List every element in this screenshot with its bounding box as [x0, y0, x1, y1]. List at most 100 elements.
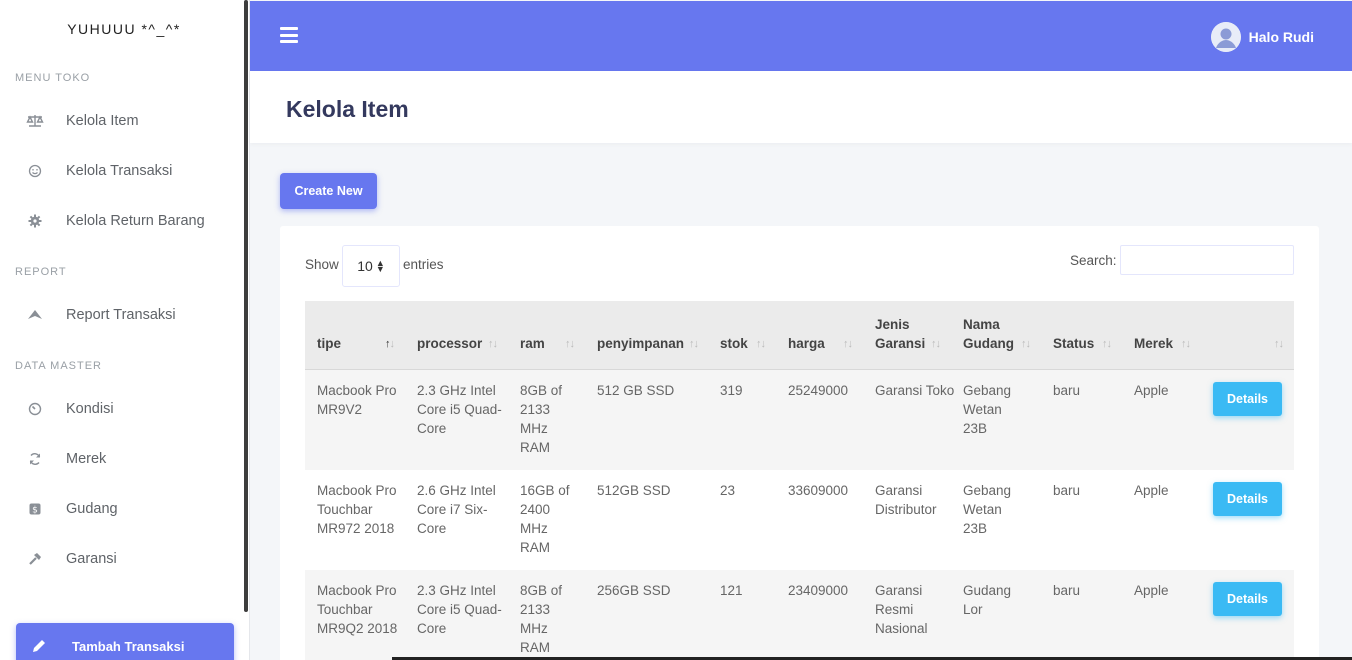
sort-icon[interactable]: ↑↓: [843, 338, 853, 350]
cell-tipe: Macbook Pro Touchbar MR972 2018: [317, 483, 397, 536]
search-label: Search:: [1070, 253, 1117, 268]
cell-processor: 2.3 GHz Intel Core i5 Quad-Core: [417, 583, 502, 636]
cell-merek: Apple: [1134, 383, 1169, 398]
tambah-transaksi-label: Tambah Transaksi: [72, 638, 185, 654]
sort-icon[interactable]: ↑↓: [931, 338, 941, 350]
entries-length-value: 10: [357, 258, 373, 274]
sidebar-item-label: Gudang: [66, 501, 118, 517]
sidebar-item-report-transaksi[interactable]: Report Transaksi: [0, 295, 244, 335]
cell-harga: 23409000: [788, 583, 849, 598]
sidebar-item-garansi[interactable]: Garansi: [0, 539, 244, 579]
hammer-icon: [26, 550, 44, 568]
sidebar-item-label: Kelola Item: [66, 113, 139, 129]
cell-penyimpanan: 512GB SSD: [597, 483, 671, 498]
pencil-icon: [30, 637, 48, 655]
sidebar-item-label: Merek: [66, 451, 107, 467]
column-header-processor[interactable]: processor: [417, 334, 482, 353]
cog-icon: [26, 212, 44, 230]
sidebar-item-kelola-item[interactable]: Kelola Item: [0, 101, 244, 141]
column-header-harga[interactable]: harga: [788, 334, 825, 353]
sort-icon[interactable]: ↑↓: [1181, 338, 1191, 350]
details-button[interactable]: Details: [1213, 482, 1282, 516]
cell-ram: 8GB of 2133 MHz RAM: [520, 383, 563, 455]
sort-icon[interactable]: ↑↓: [756, 338, 766, 350]
sidebar-item-merek[interactable]: Merek: [0, 439, 244, 479]
select-arrows-icon: ▲ ▼: [375, 258, 385, 274]
create-new-button[interactable]: Create New: [280, 173, 377, 209]
hamburger-menu-icon[interactable]: [280, 27, 298, 43]
entries-label: entries: [403, 257, 444, 272]
sort-icon[interactable]: ↑↓: [385, 338, 395, 350]
cell-ram: 16GB of 2400 MHz RAM: [520, 483, 570, 555]
sort-icon[interactable]: ↑↓: [565, 338, 575, 350]
sort-icon[interactable]: ↑↓: [689, 338, 699, 350]
gauge-icon: [26, 400, 44, 418]
cell-penyimpanan: 256GB SSD: [597, 583, 671, 598]
page-header: Kelola Item: [250, 71, 1352, 143]
search-input[interactable]: [1120, 245, 1294, 275]
sidebar-item-label: Kondisi: [66, 401, 114, 417]
cell-stok: 121: [720, 583, 743, 598]
balance-scale-icon: [26, 112, 44, 130]
page-title: Kelola Item: [286, 96, 409, 122]
sidebar-scrollbar[interactable]: [244, 0, 248, 612]
brand-title: YUHUUU *^_^*: [67, 21, 181, 37]
cell-jenis-garansi: Garansi Toko: [875, 383, 955, 398]
column-header-penyimpanan[interactable]: penyimpanan: [597, 334, 684, 353]
cell-merek: Apple: [1134, 583, 1169, 598]
cell-penyimpanan: 512 GB SSD: [597, 383, 675, 398]
user-menu[interactable]: Halo Rudi: [1210, 21, 1314, 53]
sort-icon[interactable]: ↑↓: [488, 338, 498, 350]
cell-status: baru: [1053, 583, 1081, 598]
sidebar-item-label: Report Transaksi: [66, 307, 176, 323]
sidebar-item-label: Kelola Return Barang: [66, 213, 205, 229]
cell-harga: 25249000: [788, 383, 849, 398]
table-row: Macbook Pro Touchbar MR9Q2 2018 2.3 GHz …: [305, 570, 1294, 660]
dollar-box-icon: $: [26, 500, 44, 518]
table-header: tipe ↑↓ processor ↑↓ ram ↑↓ penyimpanan …: [305, 301, 1294, 370]
sort-icon[interactable]: ↑↓: [1021, 338, 1031, 350]
table-row: Macbook Pro MR9V2 2.3 GHz Intel Core i5 …: [305, 370, 1294, 470]
sort-icon[interactable]: ↑↓: [1102, 338, 1112, 350]
cell-harga: 33609000: [788, 483, 849, 498]
plane-icon: [26, 306, 44, 324]
topbar: Halo Rudi: [250, 1, 1352, 71]
details-button[interactable]: Details: [1213, 382, 1282, 416]
avatar: [1210, 22, 1241, 52]
sidebar-item-kelola-transaksi[interactable]: Kelola Transaksi: [0, 151, 244, 191]
cell-nama-gudang: Gebang Wetan 23B: [963, 383, 1012, 436]
section-title-menu-toko: MENU TOKO: [15, 72, 91, 84]
cell-merek: Apple: [1134, 483, 1169, 498]
sidebar-item-label: Kelola Transaksi: [66, 163, 173, 179]
table-row: Macbook Pro Touchbar MR972 2018 2.6 GHz …: [305, 470, 1294, 570]
column-header-ram[interactable]: ram: [520, 334, 545, 353]
tambah-transaksi-button[interactable]: Tambah Transaksi: [16, 623, 234, 660]
sidebar-item-kelola-return-barang[interactable]: Kelola Return Barang: [0, 201, 244, 241]
column-header-status[interactable]: Status: [1053, 334, 1094, 353]
cell-nama-gudang: Gebang Wetan 23B: [963, 483, 1012, 536]
sort-icon[interactable]: ↑↓: [1274, 338, 1284, 350]
cell-stok: 319: [720, 383, 743, 398]
smile-icon: [26, 162, 44, 180]
user-name: Halo Rudi: [1248, 29, 1314, 45]
column-header-jenis-garansi[interactable]: Jenis Garansi: [875, 315, 931, 353]
column-header-nama-gudang[interactable]: Nama Gudang: [963, 315, 1019, 353]
cell-jenis-garansi: Garansi Distributor: [875, 483, 937, 517]
column-header-tipe[interactable]: tipe: [317, 334, 341, 353]
sidebar-item-kondisi[interactable]: Kondisi: [0, 389, 244, 429]
cell-stok: 23: [720, 483, 736, 498]
column-header-stok[interactable]: stok: [720, 334, 748, 353]
show-label: Show: [305, 257, 339, 272]
sidebar-item-gudang[interactable]: $ Gudang: [0, 489, 244, 529]
cell-ram: 8GB of 2133 MHz RAM: [520, 583, 563, 655]
cell-nama-gudang: Gudang Lor: [963, 583, 1012, 617]
details-button[interactable]: Details: [1213, 582, 1282, 616]
cell-processor: 2.3 GHz Intel Core i5 Quad-Core: [417, 383, 502, 436]
cell-tipe: Macbook Pro Touchbar MR9Q2 2018: [317, 583, 398, 636]
cell-processor: 2.6 GHz Intel Core i7 Six-Core: [417, 483, 496, 536]
sidebar: YUHUUU *^_^* MENU TOKO Kelola Item Kelol…: [0, 0, 250, 660]
sidebar-item-label: Garansi: [66, 551, 117, 567]
cell-tipe: Macbook Pro MR9V2: [317, 383, 397, 417]
column-header-merek[interactable]: Merek: [1134, 334, 1173, 353]
entries-length-select[interactable]: 10 ▲ ▼: [342, 245, 400, 287]
